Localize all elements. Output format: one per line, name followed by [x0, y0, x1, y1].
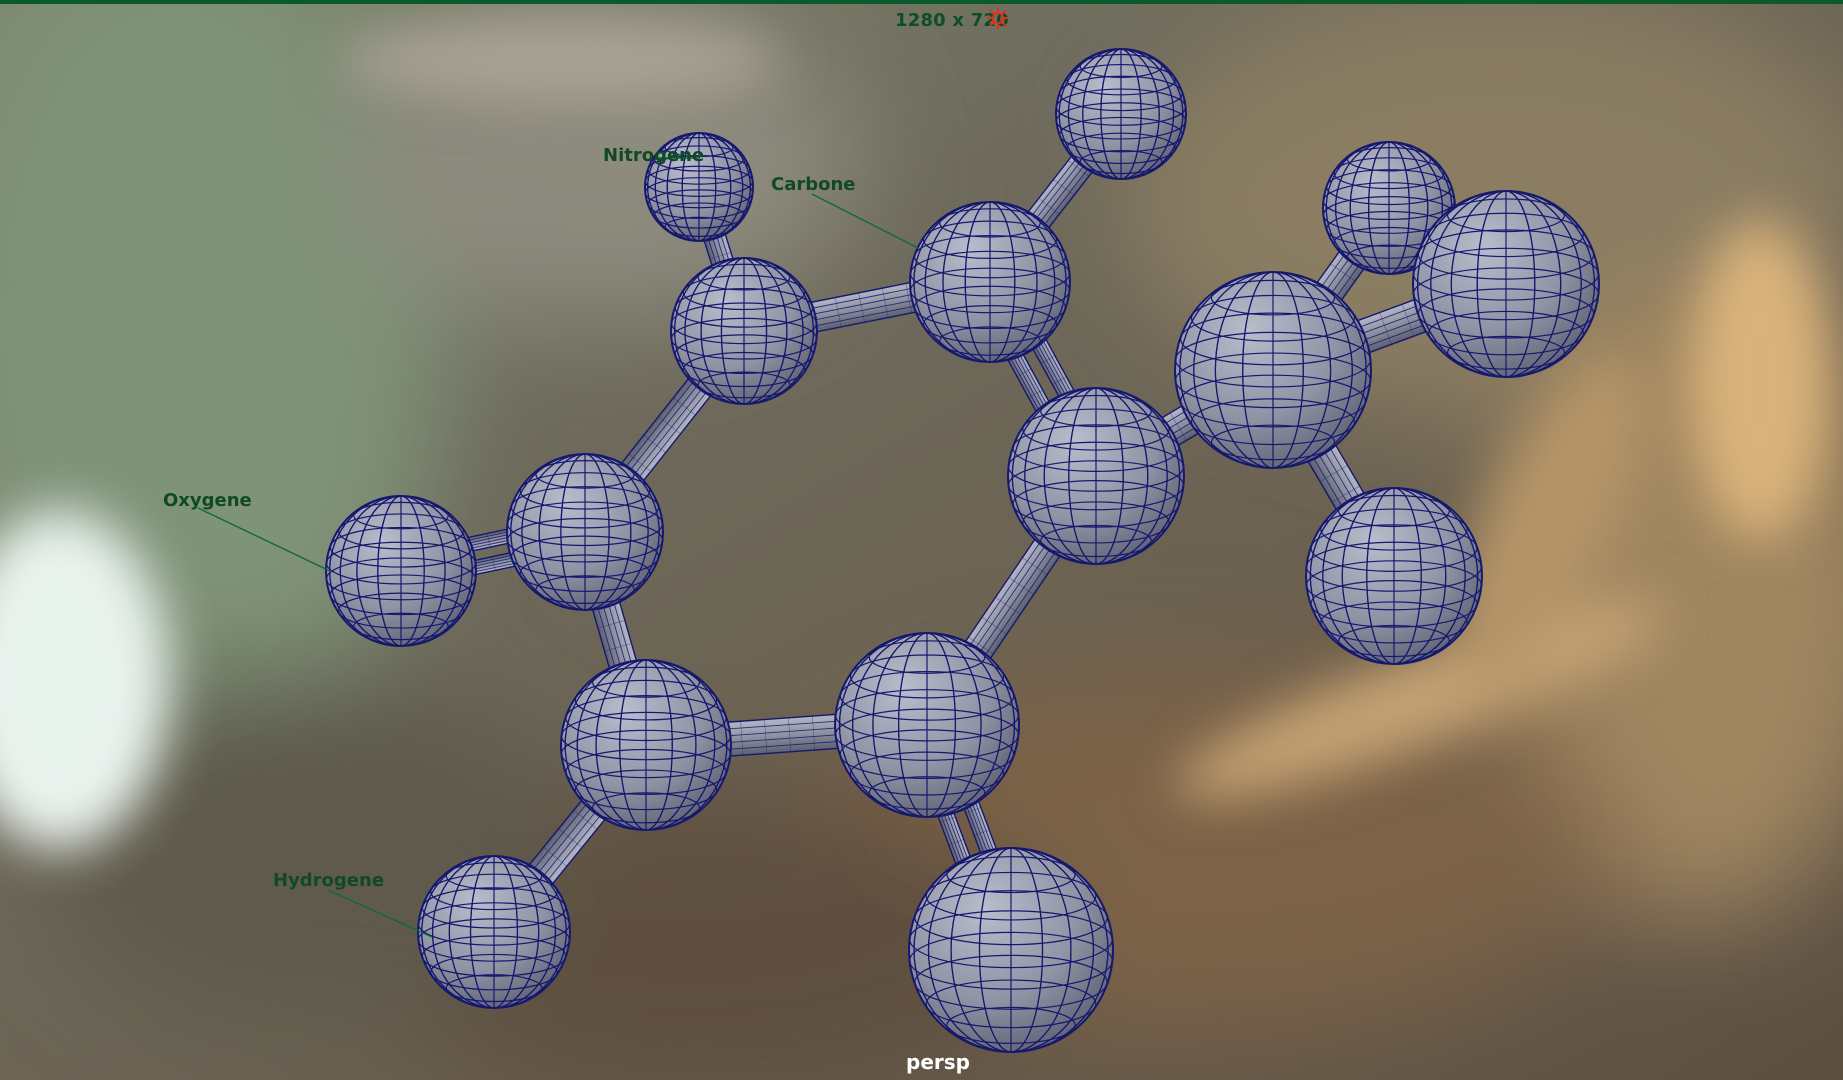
annotation-oxygene[interactable]: Oxygene — [163, 490, 252, 511]
annotation-hydrogene[interactable]: Hydrogene — [273, 870, 384, 891]
top-atom[interactable] — [1055, 48, 1187, 180]
oxygen-atom[interactable] — [325, 495, 477, 647]
perspective-viewport[interactable]: 1280 x 720 Nitrogene Carbone Oxygene Hyd… — [0, 0, 1843, 1080]
leader-carbone — [811, 193, 919, 249]
carbon-atom-c[interactable] — [1007, 387, 1185, 565]
carbon-atom-d[interactable] — [506, 453, 664, 611]
annotation-carbone[interactable]: Carbone — [771, 174, 856, 195]
annotation-nitrogene[interactable]: Nitrogene — [603, 145, 704, 166]
carbon-atom-f[interactable] — [834, 632, 1020, 818]
right-atom-b[interactable] — [1412, 190, 1600, 378]
bottom-atom[interactable] — [908, 847, 1114, 1053]
hydrogen-atom[interactable] — [417, 855, 571, 1009]
leader-oxygene — [197, 507, 333, 573]
leader-hydrogene — [327, 889, 433, 938]
carbon-atom-e[interactable] — [560, 659, 732, 831]
resolution-gate-icon[interactable] — [985, 5, 1011, 31]
molecule-scene[interactable] — [0, 0, 1843, 1080]
carbon-atom-a[interactable] — [670, 257, 818, 405]
carbon-atom-b[interactable] — [909, 201, 1071, 363]
right-atom-d[interactable] — [1305, 487, 1483, 665]
right-atom-c[interactable] — [1174, 271, 1372, 469]
viewport-top-border — [0, 0, 1843, 4]
camera-name-label: persp — [906, 1050, 970, 1074]
